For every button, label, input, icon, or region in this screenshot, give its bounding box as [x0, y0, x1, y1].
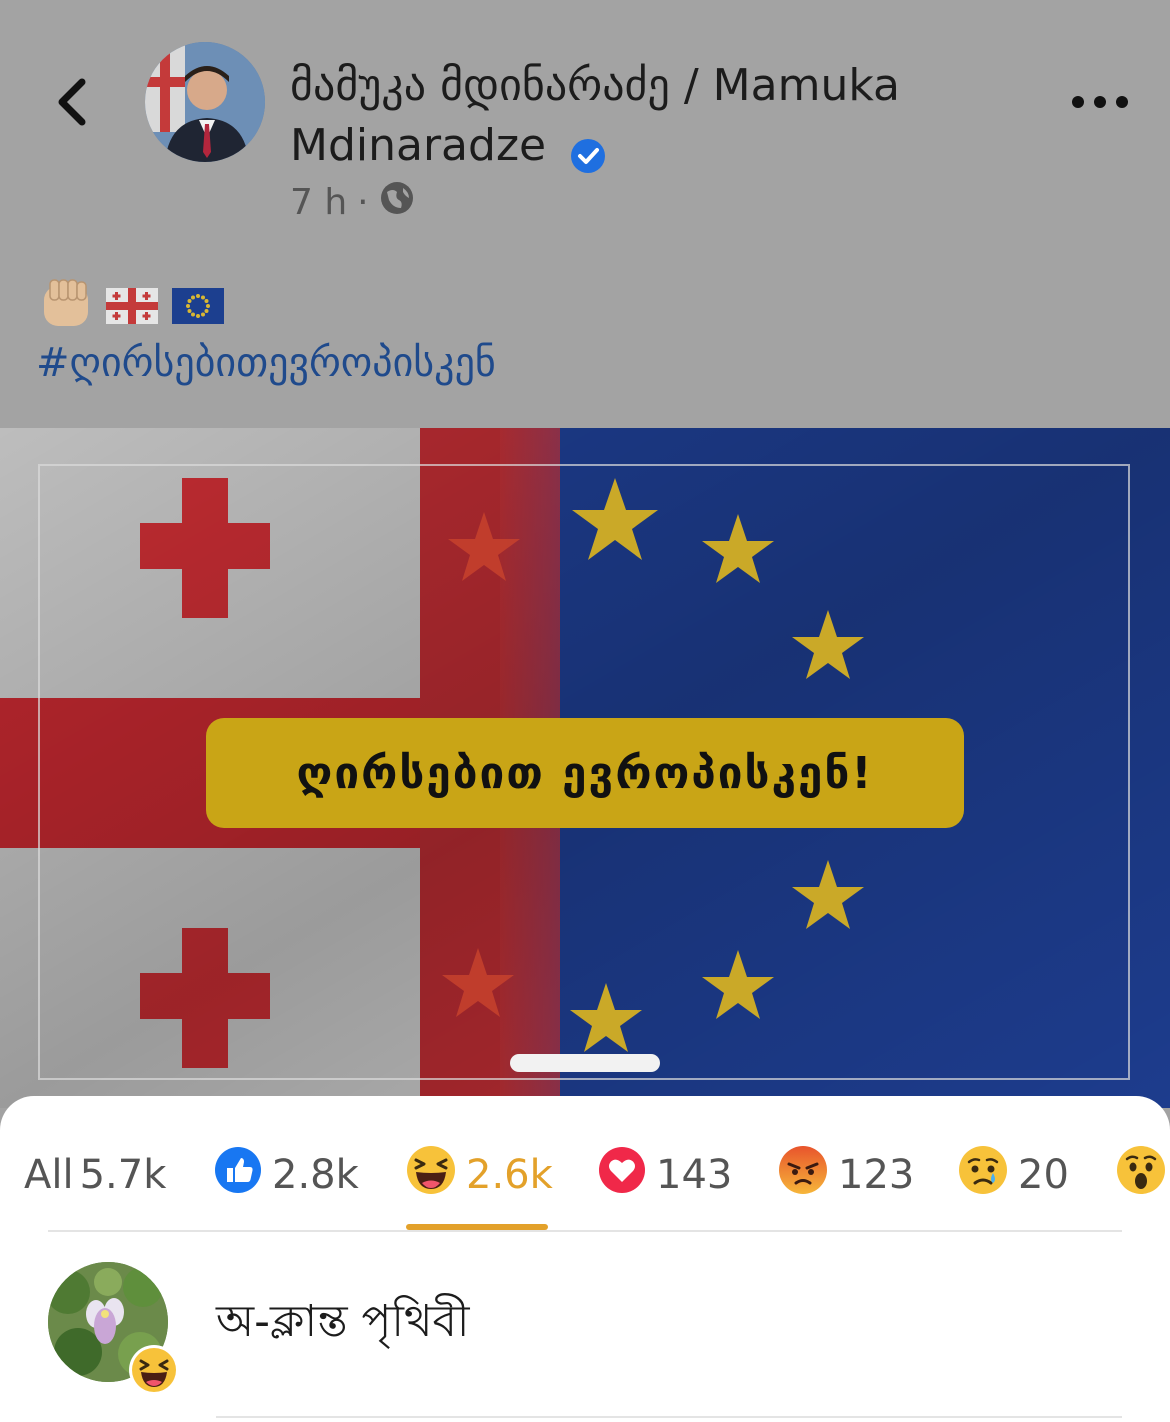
tab-sad[interactable]: 20 [958, 1140, 1069, 1210]
tab-haha[interactable]: 2.6k [406, 1140, 553, 1210]
person-name[interactable]: অ-ক্লান্ত পৃথিবী [216, 1288, 470, 1361]
tab-haha-count: 2.6k [466, 1152, 553, 1198]
post-meta: 7 h · [290, 180, 415, 225]
reaction-list-item[interactable]: অ-ক্লান্ত পৃথিবী [48, 1262, 1122, 1395]
sheet-grabber[interactable] [510, 1054, 660, 1072]
tab-wow[interactable] [1116, 1140, 1166, 1210]
angry-icon [778, 1145, 828, 1205]
sad-icon [958, 1145, 1008, 1205]
post-hashtag[interactable]: #ღირსებითევროპისკენ [36, 340, 496, 386]
back-chevron-icon[interactable] [48, 72, 108, 132]
reaction-tabs: All 5.7k 2.8k 2.6k 143 123 20 [0, 1130, 1170, 1230]
post-header: მამუკა მდინარაძე / Mamuka Mdinaradze 7 h… [0, 0, 1170, 428]
author-name[interactable]: მამუკა მდინარაძე / Mamuka Mdinaradze [290, 56, 990, 176]
like-icon [214, 1146, 262, 1204]
tab-all-count: 5.7k [79, 1152, 167, 1198]
list-divider [216, 1416, 1122, 1418]
tab-love-count: 143 [656, 1152, 733, 1198]
tab-like-count: 2.8k [272, 1152, 359, 1198]
post-time: 7 h [290, 182, 348, 223]
author-name-line2: Mdinaradze [290, 120, 547, 171]
haha-icon [406, 1145, 456, 1205]
more-options-icon[interactable] [1070, 88, 1130, 116]
wow-icon [1116, 1145, 1166, 1205]
tab-angry-count: 123 [838, 1152, 915, 1198]
post-image[interactable]: ღირსებით ევროპისკენ! [0, 428, 1170, 1108]
verified-badge-icon [570, 130, 606, 173]
georgia-flag-icon [106, 288, 158, 328]
globe-icon [379, 180, 415, 225]
tab-love[interactable]: 143 [598, 1140, 732, 1210]
person-haha-icon [128, 1344, 180, 1396]
tab-angry[interactable]: 123 [778, 1140, 914, 1210]
author-name-line1: მამუკა მდინარაძე / Mamuka [290, 60, 901, 111]
love-icon [598, 1146, 646, 1204]
tab-like[interactable]: 2.8k [214, 1140, 359, 1210]
image-banner-text: ღირსებით ევროპისკენ! [206, 718, 964, 828]
raised-fist-icon [40, 278, 92, 338]
tab-all-label: All [24, 1152, 74, 1198]
meta-separator: · [357, 182, 369, 223]
tab-all[interactable]: All 5.7k [24, 1140, 166, 1210]
tab-sad-count: 20 [1018, 1152, 1069, 1198]
eu-flag-icon [172, 288, 224, 328]
post-emojis [40, 278, 224, 338]
author-avatar[interactable] [145, 42, 265, 162]
tabs-divider [48, 1230, 1122, 1232]
